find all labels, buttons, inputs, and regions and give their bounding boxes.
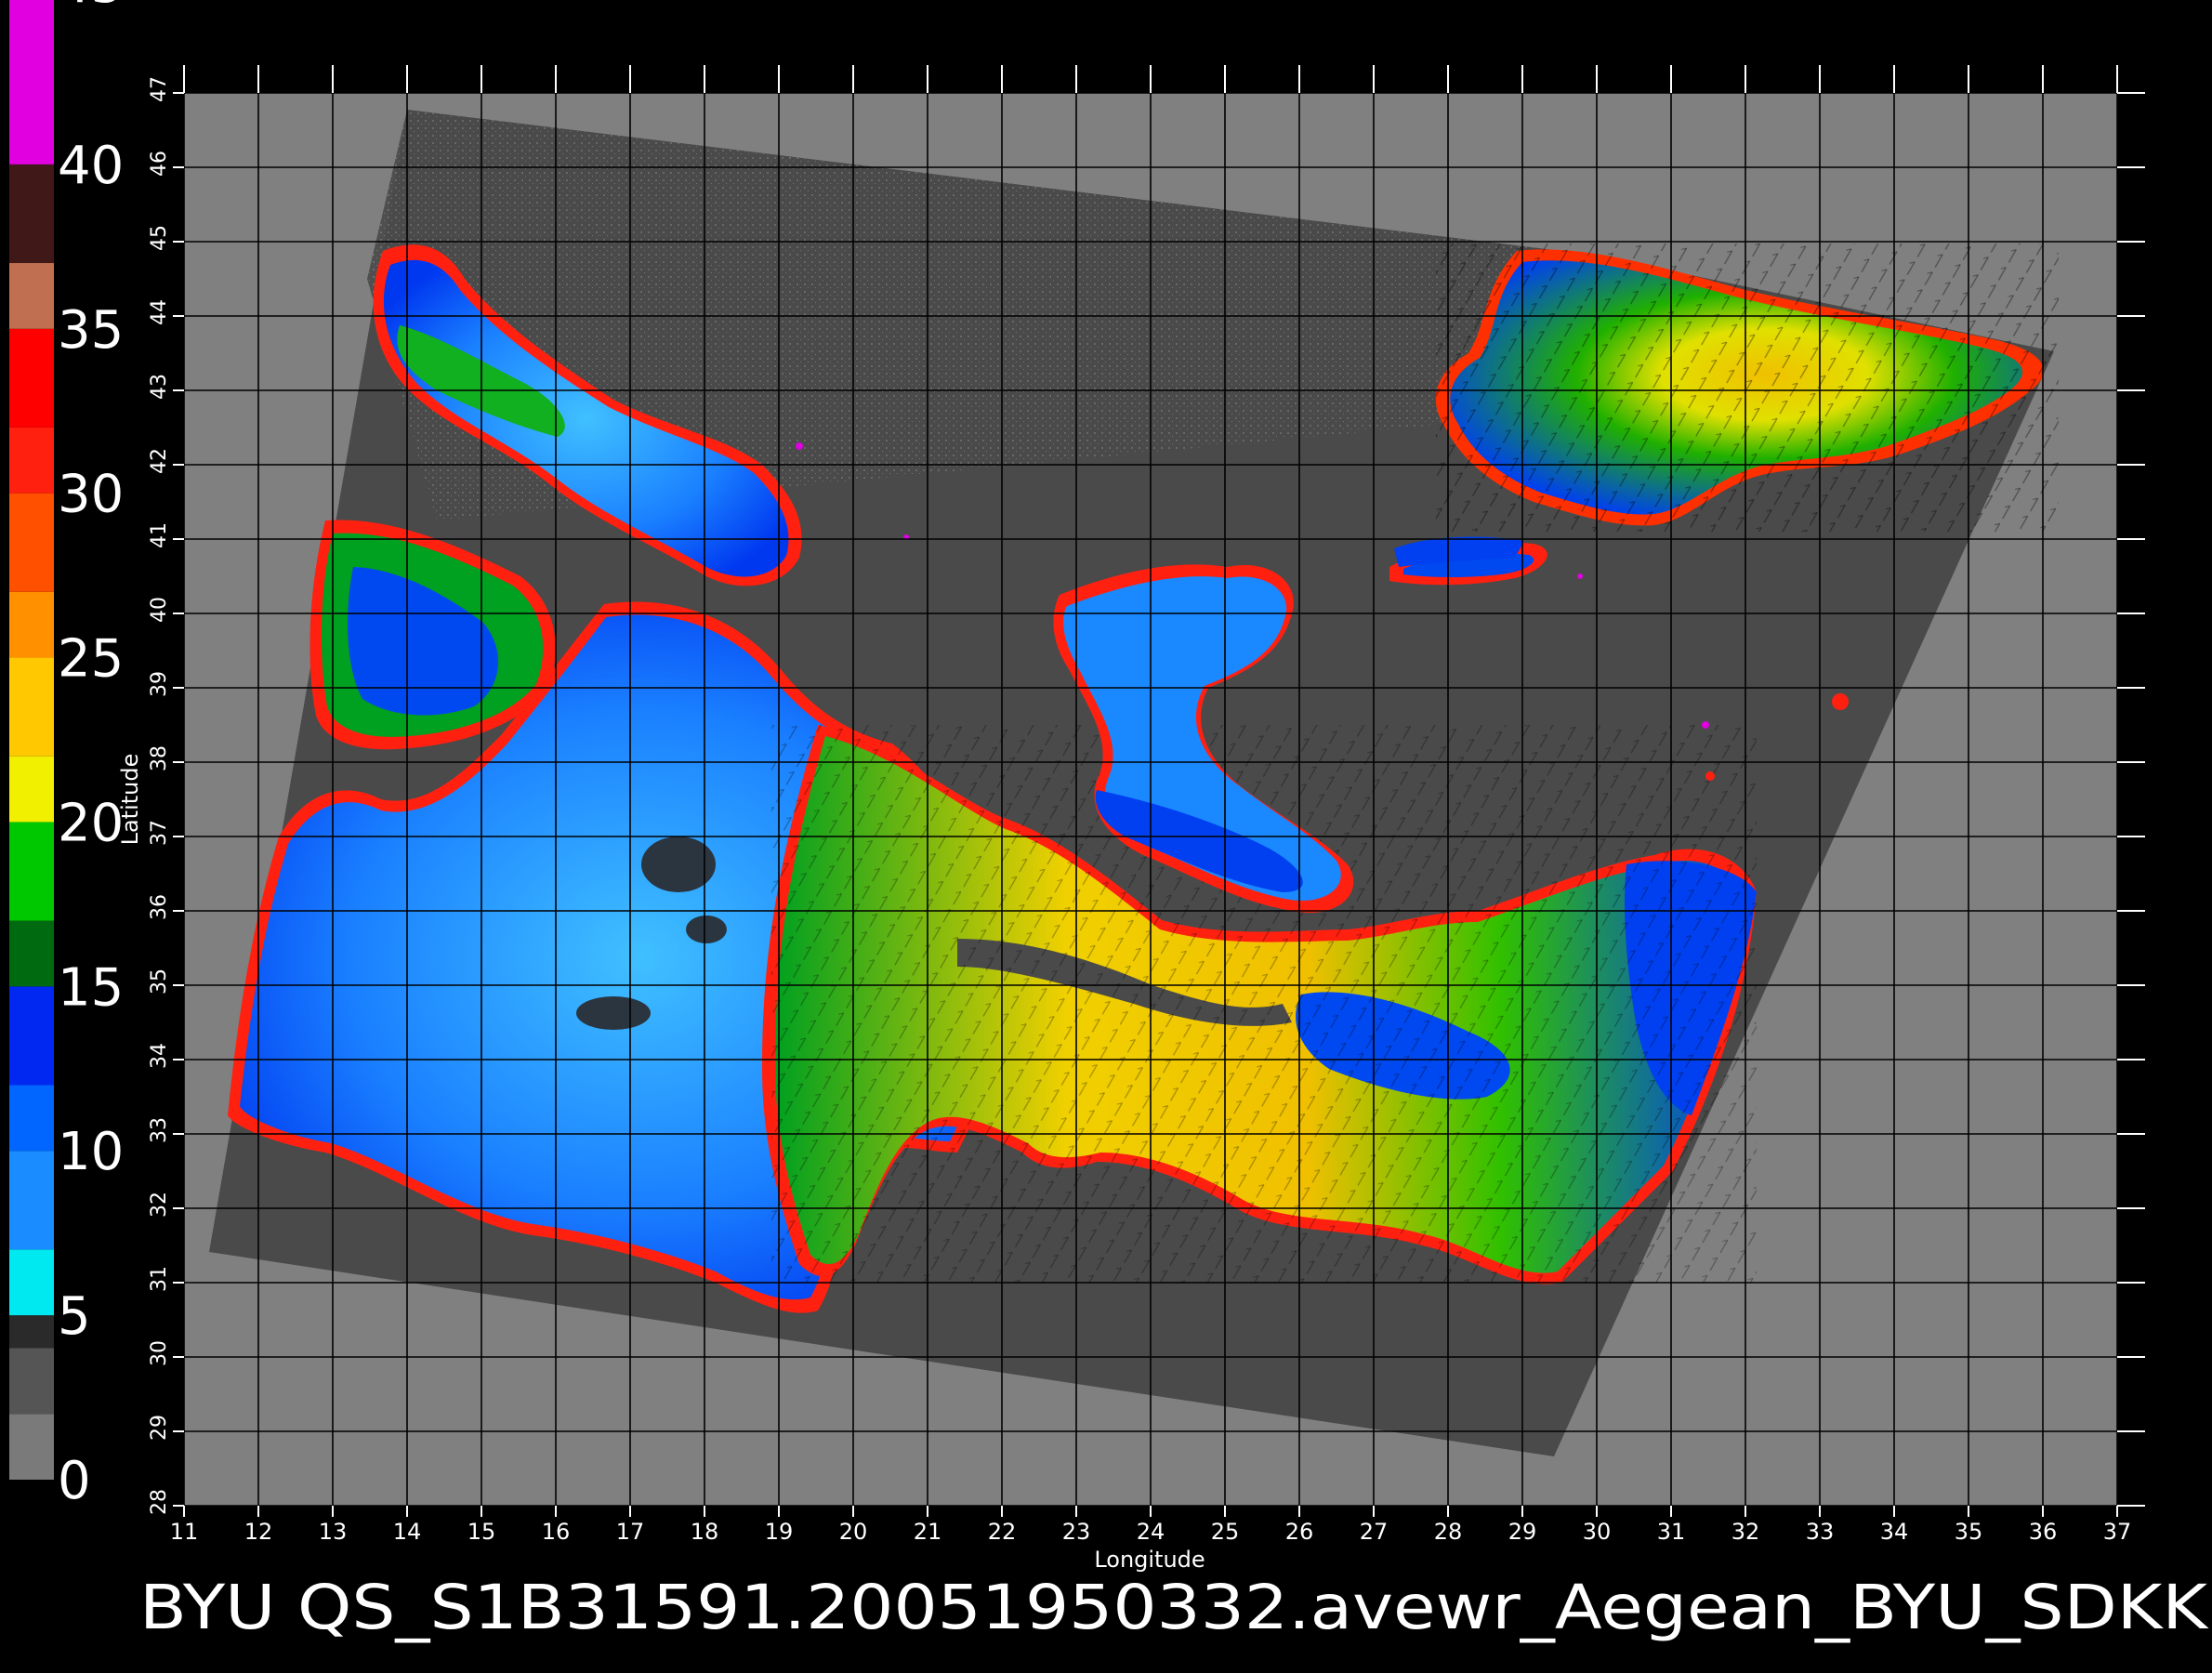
colorbar-label-top: 45 [58, 0, 124, 15]
colorbar-segment [9, 328, 54, 428]
x-axis-label: Longitude [1094, 1547, 1205, 1573]
colorbar-segment [9, 1414, 54, 1480]
colorbar-segment [9, 1151, 54, 1250]
y-tick-label: 34 [148, 1043, 171, 1069]
x-tick-label: 27 [1360, 1519, 1389, 1545]
colorbar-label: 5 [58, 1286, 91, 1347]
x-tick-label: 35 [1955, 1519, 1983, 1545]
colorbar-segment [9, 657, 54, 757]
y-tick-label: 37 [148, 820, 171, 846]
colorbar-segment [9, 1315, 54, 1349]
x-tick-label: 21 [914, 1519, 942, 1545]
x-tick-label: 37 [2103, 1519, 2132, 1545]
y-tick-label: 32 [148, 1192, 171, 1218]
colorbar-segment [9, 1348, 54, 1415]
x-tick-label: 36 [2029, 1519, 2058, 1545]
colorbar-label: 0 [58, 1451, 91, 1511]
colorbar-segment [9, 591, 54, 658]
colorbar-segment [9, 756, 54, 823]
y-tick-label: 46 [148, 151, 171, 177]
x-tick-label: 33 [1806, 1519, 1835, 1545]
x-tick-label: 32 [1731, 1519, 1760, 1545]
y-tick-label: 28 [148, 1489, 171, 1515]
x-tick-label: 19 [765, 1519, 794, 1545]
y-tick-label: 36 [148, 894, 171, 920]
colorbar-label: 10 [58, 1122, 124, 1182]
colorbar-label: 15 [58, 957, 124, 1018]
x-tick-label: 13 [319, 1519, 348, 1545]
colorbar-segment [9, 1085, 54, 1152]
wind-speed-map: 11 12 13 14 15 16 17 18 19 20 21 22 23 24 25 26 27 28 29 30… [9, 0, 2209, 1643]
colorbar-segment [9, 164, 54, 264]
x-tick-label: 11 [170, 1519, 199, 1545]
y-tick-label: 40 [148, 597, 171, 623]
x-tick-label: 14 [393, 1519, 422, 1545]
colorbar-label: 20 [58, 793, 124, 853]
x-tick-label: 34 [1880, 1519, 1909, 1545]
colorbar-segment [9, 986, 54, 1086]
y-tick-label: 39 [148, 671, 171, 697]
y-tick-label: 44 [148, 299, 171, 325]
colorbar-segment [9, 1249, 54, 1316]
y-tick-label: 30 [148, 1340, 171, 1366]
colorbar-segment [9, 822, 54, 921]
x-tick-label: 31 [1657, 1519, 1686, 1545]
colorbar-segment [9, 493, 54, 592]
map-figure: 11 12 13 14 15 16 17 18 19 20 21 22 23 24 25 26 27 28 29 30… [0, 0, 2212, 1673]
y-tick-label: 29 [148, 1415, 171, 1441]
colorbar-label: 35 [58, 300, 124, 361]
x-tick-label: 15 [467, 1519, 496, 1545]
x-tick-label: 12 [244, 1519, 273, 1545]
x-tick-label: 22 [988, 1519, 1017, 1545]
y-tick-label: 33 [148, 1117, 171, 1143]
colorbar-label: 40 [58, 136, 124, 196]
y-tick-label: 41 [148, 522, 171, 548]
colorbar-label: 25 [58, 629, 124, 690]
x-tick-label: 29 [1508, 1519, 1537, 1545]
x-tick-label: 28 [1434, 1519, 1463, 1545]
x-tick-label: 30 [1583, 1519, 1612, 1545]
x-tick-label: 25 [1211, 1519, 1240, 1545]
y-tick-label: 47 [148, 76, 171, 102]
x-tick-label: 17 [616, 1519, 645, 1545]
y-tick-label: 31 [148, 1266, 171, 1292]
colorbar: 0 5 10 15 20 25 30 35 40 45 [9, 0, 124, 1511]
y-tick-label: 38 [148, 745, 171, 771]
x-tick-label: 20 [839, 1519, 868, 1545]
colorbar-segment [9, 920, 54, 987]
colorbar-segment [9, 427, 54, 494]
figure-title: BYU QS_S1B31591.20051950332.avewr_Aegean… [139, 1572, 2209, 1643]
x-tick-label: 23 [1062, 1519, 1091, 1545]
colorbar-segment [9, 263, 54, 329]
y-tick-label: 35 [148, 968, 171, 995]
y-tick-label: 42 [148, 448, 171, 474]
y-tick-label: 45 [148, 225, 171, 251]
colorbar-label: 30 [58, 465, 124, 525]
colorbar-segment [9, 0, 54, 165]
x-tick-label: 18 [691, 1519, 719, 1545]
x-tick-label: 16 [542, 1519, 571, 1545]
y-tick-label: 43 [148, 374, 171, 400]
x-tick-label: 24 [1137, 1519, 1165, 1545]
black-sea [1435, 244, 2059, 532]
x-tick-label: 26 [1285, 1519, 1314, 1545]
